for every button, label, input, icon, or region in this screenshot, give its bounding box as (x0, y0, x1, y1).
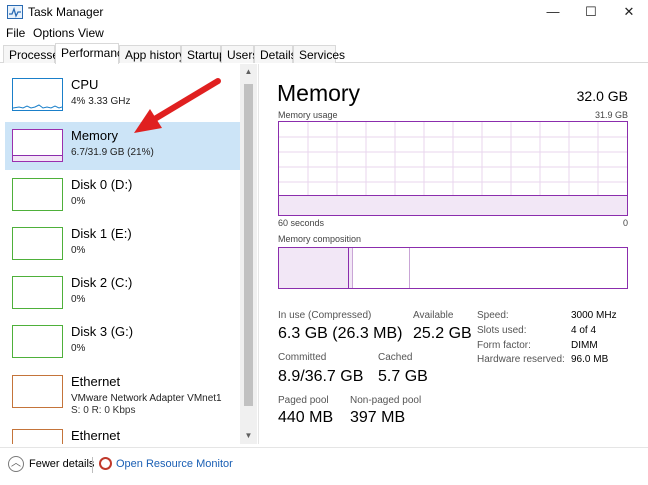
slots-label: Slots used: (477, 325, 527, 336)
composition-in-use (279, 248, 349, 288)
disk-graph-thumbnail (12, 227, 63, 260)
available-label: Available (413, 310, 454, 321)
open-resource-monitor-link[interactable]: Open Resource Monitor (116, 458, 233, 470)
sidebar-item-detail: 0% (71, 294, 86, 305)
scroll-up-icon[interactable]: ▲ (240, 64, 257, 80)
memory-details-panel: Memory 32.0 GB Memory usage 31.9 GB 60 s… (260, 64, 648, 444)
sidebar-item-throughput: S: 0 R: 0 Kbps (71, 405, 136, 416)
time-axis-left: 60 seconds (278, 218, 325, 228)
form-factor-label: Form factor: (477, 340, 531, 351)
menu-bar: File Options View (0, 25, 648, 43)
sidebar-item-detail: 0% (71, 196, 86, 207)
ethernet-graph-thumbnail (12, 429, 63, 444)
memory-total: 32.0 GB (576, 88, 628, 104)
page-title: Memory (277, 80, 361, 106)
sidebar-item-name: Ethernet (71, 374, 121, 389)
non-paged-pool-value: 397 MB (350, 409, 406, 426)
menu-view[interactable]: View (78, 26, 104, 40)
sidebar-item-disk-3[interactable]: Disk 3 (G:) 0% (5, 318, 241, 366)
menu-options[interactable]: Options (33, 26, 74, 40)
resource-monitor-icon[interactable] (99, 457, 112, 470)
sidebar-item-detail: 6.7/31.9 GB (21%) (71, 147, 154, 158)
sidebar-item-ethernet-2[interactable]: Ethernet (5, 422, 241, 444)
sidebar-item-name: Disk 2 (C:) (71, 275, 133, 290)
window-title: Task Manager (28, 5, 104, 19)
speed-label: Speed: (477, 310, 509, 321)
sidebar-item-detail: 0% (71, 343, 86, 354)
footer-bar: ︿ Fewer details Open Resource Monitor (0, 447, 648, 485)
task-manager-icon (7, 5, 23, 19)
close-button[interactable]: ✕ (610, 0, 648, 24)
hardware-reserved-label: Hardware reserved: (477, 354, 565, 365)
committed-value: 8.9/36.7 GB (278, 368, 364, 385)
cached-value: 5.7 GB (378, 368, 428, 385)
composition-modified (349, 248, 353, 288)
scroll-down-icon[interactable]: ▼ (240, 428, 257, 444)
tab-processes[interactable]: Processes (3, 45, 65, 63)
footer-separator (92, 457, 93, 473)
slots-value: 4 of 4 (571, 325, 597, 336)
sidebar-item-name: Disk 3 (G:) (71, 324, 134, 339)
sidebar-item-disk-2[interactable]: Disk 2 (C:) 0% (5, 269, 241, 317)
sidebar-item-name: Disk 0 (D:) (71, 177, 133, 192)
disk-graph-thumbnail (12, 178, 63, 211)
memory-composition-label: Memory composition (278, 234, 362, 244)
tab-services[interactable]: Services (293, 45, 345, 63)
memory-usage-fill (279, 195, 627, 215)
memory-composition-bar (278, 247, 628, 289)
fewer-details-link[interactable]: Fewer details (29, 458, 94, 470)
sidebar-item-name: Disk 1 (E:) (71, 226, 132, 241)
sidebar-scrollbar[interactable]: ▲ ▼ (240, 64, 257, 444)
sidebar-item-detail: 4% 3.33 GHz (71, 96, 131, 107)
scrollbar-thumb[interactable] (244, 84, 253, 406)
paged-pool-label: Paged pool (278, 395, 329, 406)
tab-app-history[interactable]: App history (119, 45, 185, 63)
sidebar-item-ethernet-1[interactable]: Ethernet VMware Network Adapter VMnet1 S… (5, 368, 241, 416)
sidebar-item-detail: VMware Network Adapter VMnet1 (71, 393, 222, 404)
form-factor-value: DIMM (571, 340, 598, 351)
minimize-button[interactable]: — (534, 0, 572, 24)
sidebar-item-detail: 0% (71, 245, 86, 256)
cached-label: Cached (378, 352, 413, 363)
maximize-button[interactable]: ☐ (572, 0, 610, 24)
tab-users[interactable]: Users (221, 45, 258, 63)
hardware-reserved-value: 96.0 MB (571, 354, 609, 365)
cpu-graph-thumbnail (12, 78, 63, 111)
non-paged-pool-label: Non-paged pool (350, 395, 422, 406)
title-bar: Task Manager — ☐ ✕ (0, 0, 648, 24)
composition-standby (354, 248, 410, 288)
in-use-value: 6.3 GB (26.3 MB) (278, 325, 403, 342)
tab-startup[interactable]: Startup (181, 45, 226, 63)
time-axis-right: 0 (622, 218, 628, 228)
disk-graph-thumbnail (12, 276, 63, 309)
panel-divider (258, 64, 259, 444)
sidebar-item-disk-1[interactable]: Disk 1 (E:) 0% (5, 220, 241, 268)
memory-usage-label: Memory usage (278, 110, 338, 120)
memory-usage-chart (278, 121, 628, 216)
sidebar-item-disk-0[interactable]: Disk 0 (D:) 0% (5, 171, 241, 219)
tab-details[interactable]: Details (254, 45, 297, 63)
memory-thumbnail-fill (13, 154, 62, 161)
chevron-up-icon[interactable]: ︿ (8, 456, 24, 472)
sidebar-item-name: CPU (71, 77, 99, 92)
tab-performance[interactable]: Performance (55, 43, 130, 64)
ethernet-graph-thumbnail (12, 375, 63, 408)
speed-value: 3000 MHz (571, 310, 617, 321)
memory-graph-thumbnail (12, 129, 63, 162)
committed-label: Committed (278, 352, 327, 363)
sidebar-item-name: Memory (71, 128, 118, 143)
sidebar-item-name: Ethernet (71, 428, 121, 443)
disk-graph-thumbnail (12, 325, 63, 358)
annotation-arrow (134, 78, 221, 133)
menu-file[interactable]: File (6, 26, 25, 40)
in-use-label: In use (Compressed) (278, 310, 372, 321)
memory-usage-max: 31.9 GB (594, 110, 628, 120)
paged-pool-value: 440 MB (278, 409, 334, 426)
available-value: 25.2 GB (413, 325, 472, 342)
tab-bar: Processes Performance App history Startu… (0, 43, 648, 64)
